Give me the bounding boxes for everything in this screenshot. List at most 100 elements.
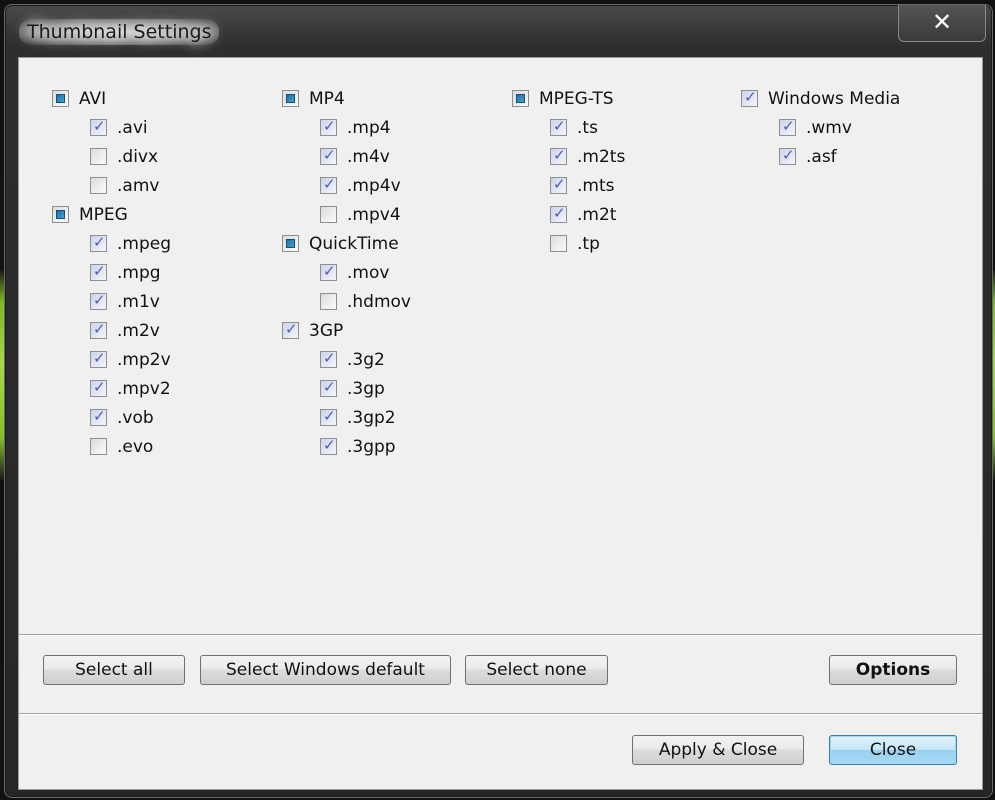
group-row-quicktime[interactable]: QuickTime: [282, 229, 411, 258]
extension-checkbox[interactable]: [90, 262, 107, 281]
extension-label: .m2ts: [577, 146, 626, 167]
group-row-windows-media[interactable]: Windows Media: [741, 84, 900, 113]
group-label: MP4: [309, 88, 345, 109]
extension-label: .3gp2: [347, 407, 396, 428]
extension-checkbox[interactable]: [90, 177, 107, 194]
extension-row[interactable]: .divx: [52, 142, 171, 171]
group-checkbox[interactable]: [52, 206, 69, 223]
extension-label: .3gpp: [347, 436, 396, 457]
extension-checkbox[interactable]: [90, 148, 107, 165]
extension-checkbox[interactable]: [550, 204, 567, 223]
group-row-mpeg[interactable]: MPEG: [52, 200, 171, 229]
divider-bottom: [19, 713, 982, 715]
window-close-button[interactable]: ✕: [898, 5, 986, 42]
extension-checkbox[interactable]: [779, 117, 796, 136]
extension-checkbox[interactable]: [550, 175, 567, 194]
group-row-avi[interactable]: AVI: [52, 84, 171, 113]
extension-checkbox[interactable]: [90, 233, 107, 252]
window-title: Thumbnail Settings: [19, 19, 220, 45]
extension-row[interactable]: .m2t: [512, 200, 625, 229]
extension-label: .mpv2: [117, 378, 171, 399]
extension-checkbox[interactable]: [320, 146, 337, 165]
extension-checkbox[interactable]: [320, 293, 337, 310]
extension-checkbox[interactable]: [90, 438, 107, 455]
group-row-mp4[interactable]: MP4: [282, 84, 411, 113]
extension-checkbox[interactable]: [320, 117, 337, 136]
extension-row[interactable]: .3g2: [282, 345, 411, 374]
extension-row[interactable]: .avi: [52, 113, 171, 142]
extension-row[interactable]: .mpv4: [282, 200, 411, 229]
select-windows-default-button[interactable]: Select Windows default: [200, 655, 451, 685]
extension-checkbox[interactable]: [320, 407, 337, 426]
extension-checkbox[interactable]: [90, 378, 107, 397]
extension-row[interactable]: .mp4v: [282, 171, 411, 200]
extension-checkbox[interactable]: [550, 235, 567, 252]
extension-row[interactable]: .m1v: [52, 287, 171, 316]
extension-checkbox[interactable]: [320, 175, 337, 194]
divider-top: [19, 634, 982, 636]
group-checkbox[interactable]: [282, 90, 299, 107]
extension-row[interactable]: .amv: [52, 171, 171, 200]
extension-checkbox[interactable]: [320, 206, 337, 223]
extension-row[interactable]: .3gp: [282, 374, 411, 403]
extension-row[interactable]: .m2v: [52, 316, 171, 345]
extension-checkbox[interactable]: [320, 262, 337, 281]
extension-row[interactable]: .mpg: [52, 258, 171, 287]
extension-checkbox[interactable]: [90, 320, 107, 339]
extension-row[interactable]: .tp: [512, 229, 625, 258]
close-button[interactable]: Close: [829, 735, 957, 765]
extension-row[interactable]: .wmv: [741, 113, 900, 142]
group-row-3gp[interactable]: 3GP: [282, 316, 411, 345]
select-none-button[interactable]: Select none: [465, 655, 608, 685]
extension-row[interactable]: .3gpp: [282, 432, 411, 461]
group-checkbox[interactable]: [282, 320, 299, 339]
extension-checkbox[interactable]: [90, 117, 107, 136]
group-label: Windows Media: [768, 88, 901, 109]
format-column: MPEG-TS .ts .m2ts .mts .m2t .tp: [512, 84, 625, 258]
extension-label: .vob: [117, 407, 154, 428]
extension-checkbox[interactable]: [550, 146, 567, 165]
extension-row[interactable]: .mpv2: [52, 374, 171, 403]
extension-label: .mpeg: [117, 233, 172, 254]
extension-label: .amv: [117, 175, 160, 196]
extension-row[interactable]: .ts: [512, 113, 625, 142]
extension-checkbox[interactable]: [779, 146, 796, 165]
extension-row[interactable]: .evo: [52, 432, 171, 461]
extension-label: .mp4v: [347, 175, 401, 196]
group-label: QuickTime: [309, 233, 399, 254]
extension-row[interactable]: .asf: [741, 142, 900, 171]
extension-row[interactable]: .mts: [512, 171, 625, 200]
group-checkbox[interactable]: [741, 88, 758, 107]
group-checkbox[interactable]: [512, 90, 529, 107]
extension-row[interactable]: .mp2v: [52, 345, 171, 374]
extension-checkbox[interactable]: [320, 436, 337, 455]
select-all-button[interactable]: Select all: [43, 655, 185, 685]
thumbnail-settings-window: Thumbnail Settings ✕ AVI .avi .divx .amv MPE…: [4, 4, 993, 798]
extension-row[interactable]: .mp4: [282, 113, 411, 142]
extension-label: .mpg: [117, 262, 161, 283]
extension-row[interactable]: .hdmov: [282, 287, 411, 316]
extension-row[interactable]: .mov: [282, 258, 411, 287]
extension-row[interactable]: .m2ts: [512, 142, 625, 171]
group-checkbox[interactable]: [52, 90, 69, 107]
extension-checkbox[interactable]: [90, 349, 107, 368]
extension-label: .tp: [577, 233, 600, 254]
extension-label: .asf: [806, 146, 837, 167]
extension-checkbox[interactable]: [90, 407, 107, 426]
extension-label: .wmv: [806, 117, 852, 138]
extension-checkbox[interactable]: [320, 378, 337, 397]
extension-row[interactable]: .mpeg: [52, 229, 171, 258]
extension-label: .m2v: [117, 320, 160, 341]
group-checkbox[interactable]: [282, 235, 299, 252]
extension-row[interactable]: .vob: [52, 403, 171, 432]
extension-checkbox[interactable]: [320, 349, 337, 368]
extension-row[interactable]: .3gp2: [282, 403, 411, 432]
extension-checkbox[interactable]: [90, 291, 107, 310]
group-row-mpeg-ts[interactable]: MPEG-TS: [512, 84, 625, 113]
apply-close-button[interactable]: Apply & Close: [632, 735, 804, 765]
extension-row[interactable]: .m4v: [282, 142, 411, 171]
extension-checkbox[interactable]: [550, 117, 567, 136]
group-label: MPEG: [79, 204, 128, 225]
options-button[interactable]: Options: [829, 655, 957, 685]
extension-label: .3gp: [347, 378, 385, 399]
